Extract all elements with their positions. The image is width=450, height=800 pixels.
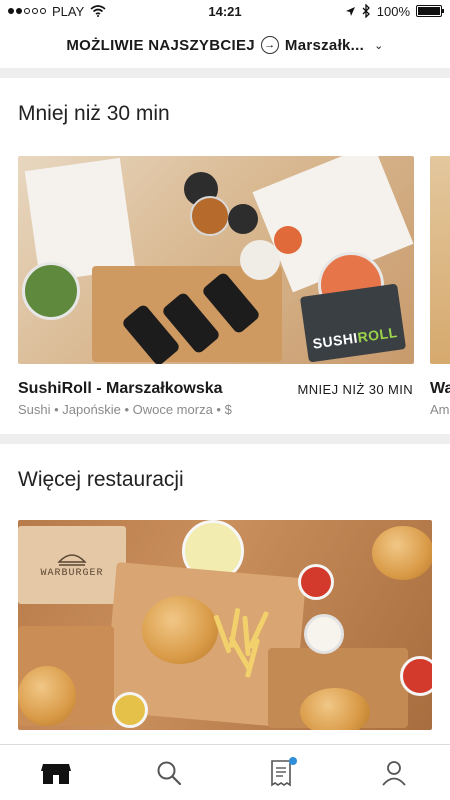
- profile-icon: [382, 760, 406, 786]
- restaurant-tags: Sushi • Japońskie • Owoce morza • $: [18, 402, 232, 417]
- restaurant-tags-peek: Am: [430, 402, 450, 417]
- status-left: PLAY: [8, 4, 106, 19]
- location-arrow-icon: [345, 6, 355, 16]
- restaurant-card-image-peek[interactable]: [430, 156, 450, 364]
- carrier-name: PLAY: [52, 3, 85, 19]
- burger-logo-icon: [57, 553, 87, 566]
- section-title-more: Więcej restauracji: [18, 468, 184, 491]
- battery-icon: [416, 5, 444, 17]
- section-divider: [0, 434, 450, 444]
- status-right: 100%: [345, 3, 444, 19]
- delivery-time: MNIEJ NIŻ 30 MIN: [297, 382, 413, 397]
- wifi-icon: [90, 5, 106, 17]
- tab-orders[interactable]: [251, 753, 311, 793]
- sushiroll-logo: SUSHIROLL: [311, 323, 399, 352]
- store-icon: [41, 763, 72, 784]
- delivery-location-label[interactable]: Marszałk...: [285, 37, 364, 54]
- section-divider: [0, 68, 450, 78]
- battery-level: [418, 7, 440, 15]
- tab-home[interactable]: [26, 753, 86, 793]
- restaurant-card-image-warburger[interactable]: WARBURGER: [18, 520, 432, 730]
- section-title-fast: Mniej niż 30 min: [18, 102, 170, 125]
- tab-profile[interactable]: [364, 753, 424, 793]
- signal-strength-icon: [8, 8, 46, 14]
- restaurant-name-peek[interactable]: Wa: [430, 380, 450, 398]
- warburger-box: WARBURGER: [18, 526, 126, 604]
- restaurant-card-image-sushiroll[interactable]: SUSHIROLL: [18, 156, 414, 364]
- chevron-down-icon[interactable]: ⌄: [374, 39, 384, 52]
- sushiroll-bag: SUSHIROLL: [299, 283, 407, 363]
- bottom-tab-bar: [0, 744, 450, 800]
- arrow-right-circle-icon: →: [260, 36, 279, 54]
- bluetooth-icon: [362, 4, 370, 18]
- battery-percent: 100%: [376, 3, 410, 19]
- status-bar: PLAY 14:21 100%: [0, 0, 450, 22]
- status-time: 14:21: [208, 3, 242, 19]
- tab-search[interactable]: [139, 753, 199, 793]
- restaurant-name[interactable]: SushiRoll - Marszałkowska: [18, 380, 223, 398]
- search-icon: [157, 761, 181, 785]
- delivery-time-label[interactable]: MOŻLIWIE NAJSZYBCIEJ: [66, 37, 255, 54]
- delivery-header[interactable]: MOŻLIWIE NAJSZYBCIEJ → Marszałk... ⌄: [0, 22, 450, 68]
- notification-dot: [289, 756, 298, 765]
